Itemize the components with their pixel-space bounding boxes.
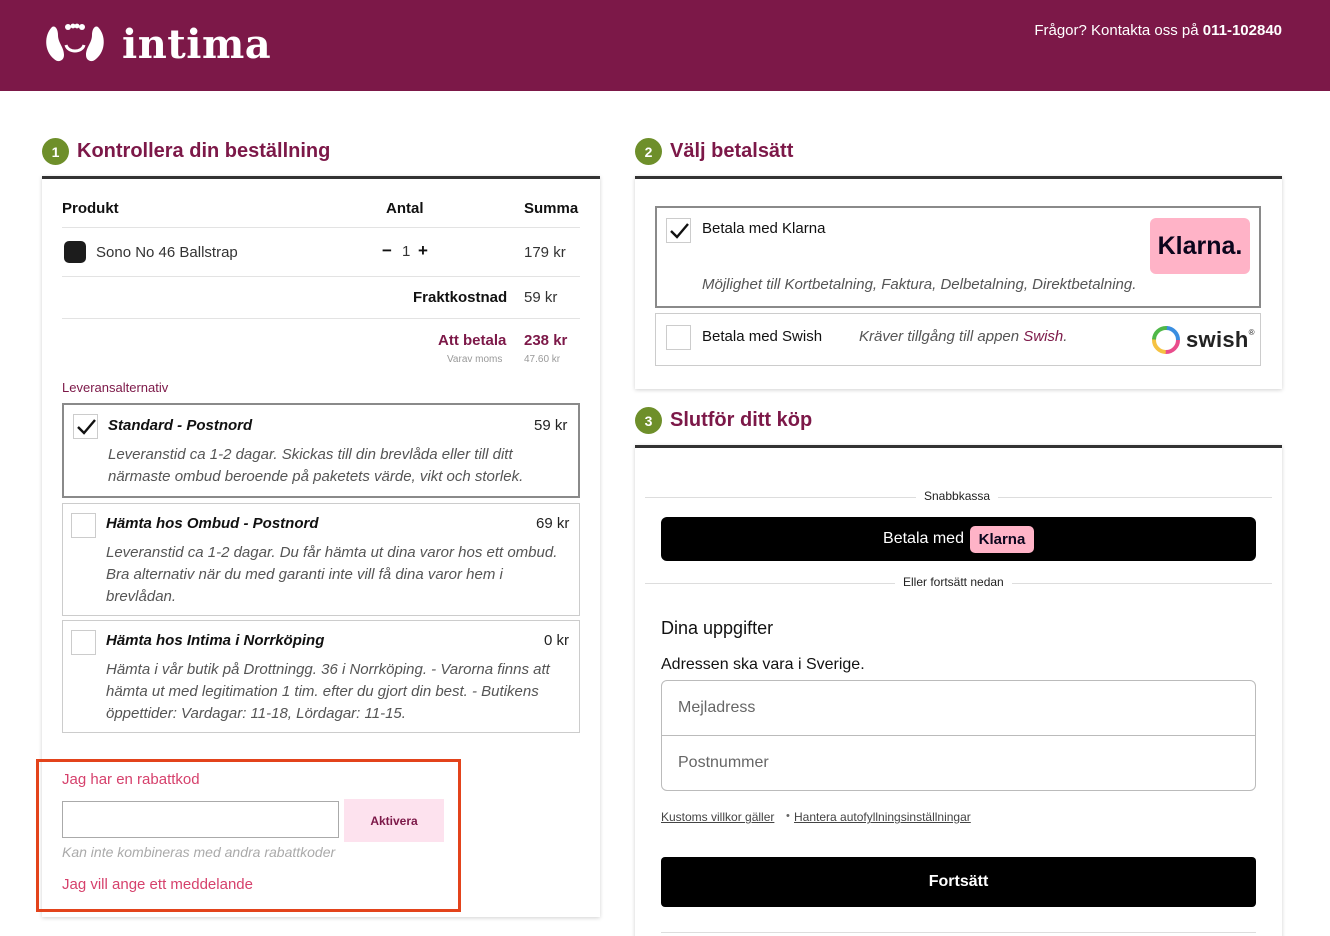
checkout-section-header: 3 Slutför ditt köp — [635, 407, 812, 434]
delivery-option-title: Standard - Postnord — [108, 417, 253, 434]
brand-logo[interactable]: intima — [42, 20, 271, 68]
item-sum: 179 kr — [524, 244, 566, 261]
brand-name: intima — [122, 20, 272, 68]
klarna-button-badge: Klarna — [969, 525, 1034, 553]
contact-info: Frågor? Kontakta oss på 011-102840 — [1034, 22, 1282, 39]
divider — [661, 932, 1256, 933]
checkbox-unchecked[interactable] — [71, 513, 96, 538]
payment-option-swish[interactable]: Betala med Swish Kräver tillgång till ap… — [655, 313, 1261, 366]
total-label: Att betala — [438, 332, 507, 349]
footprints-logo-icon — [46, 23, 104, 62]
payment-option-desc: Kräver tillgång till appen Swish. — [859, 328, 1067, 345]
payment-section-title: Välj betalsätt — [670, 140, 794, 162]
delivery-option-desc: Leveranstid ca 1-2 dagar. Du får hämta u… — [106, 544, 558, 605]
checkbox-checked[interactable] — [73, 414, 98, 439]
postcode-field[interactable]: Postnummer — [662, 736, 1255, 790]
klarna-button-label: Betala med — [883, 530, 964, 547]
step-badge: 1 — [42, 138, 69, 165]
delivery-heading: Leveransalternativ — [62, 380, 169, 395]
order-section-header: 1 Kontrollera din beställning — [42, 138, 330, 165]
delivery-option-desc: Hämta i vår butik på Drottningg. 36 i No… — [106, 661, 550, 722]
divider — [62, 318, 580, 319]
address-note: Adressen ska vara i Sverige. — [661, 656, 865, 673]
product-name[interactable]: Sono No 46 Ballstrap — [96, 244, 238, 261]
delivery-option-desc: Leveranstid ca 1-2 dagar. Skickas till d… — [108, 446, 524, 485]
delivery-option-price: 69 kr — [536, 515, 570, 532]
payment-option-label: Betala med Swish — [702, 328, 823, 345]
qty-value: 1 — [402, 243, 411, 260]
checkbox-checked[interactable] — [666, 218, 691, 243]
swish-desc-suffix: . — [1063, 328, 1068, 345]
checkout-panel: Snabbkassa Betala med Klarna Eller forts… — [635, 445, 1282, 936]
payment-option-desc: Möjlighet till Kortbetalning, Faktura, D… — [702, 276, 1137, 293]
discount-code-link[interactable]: Jag har en rabattkod — [62, 771, 200, 788]
step-badge: 2 — [635, 138, 662, 165]
payment-option-label: Betala med Klarna — [702, 220, 826, 237]
col-header-qty: Antal — [386, 200, 424, 217]
order-section-title: Kontrollera din beställning — [77, 140, 331, 162]
checkmark-icon — [670, 223, 689, 239]
qty-increase-button[interactable]: + — [418, 241, 428, 261]
vat-label: Varav moms — [447, 354, 503, 365]
swish-swirl-icon — [1152, 326, 1180, 354]
contact-phone[interactable]: 011-102840 — [1203, 22, 1282, 39]
col-header-product: Produkt — [62, 200, 119, 217]
checkout-section-title: Slutför ditt köp — [670, 409, 813, 431]
express-checkout-label: Snabbkassa — [916, 489, 999, 503]
delivery-option-price: 59 kr — [534, 417, 568, 434]
details-heading: Dina uppgifter — [661, 618, 774, 638]
payment-option-klarna[interactable]: Betala med Klarna Klarna. Möjlighet till… — [655, 206, 1261, 308]
delivery-option-standard[interactable]: Standard - Postnord 59 kr Leveranstid ca… — [62, 403, 580, 498]
delivery-option-title: Hämta hos Intima i Norrköping — [106, 632, 325, 649]
contact-text: Frågor? Kontakta oss på — [1034, 22, 1199, 39]
autofill-settings-link[interactable]: Hantera autofyllningsinställningar — [794, 810, 971, 824]
site-header: intima Frågor? Kontakta oss på 011-10284… — [0, 0, 1330, 91]
email-field[interactable]: Mejladress — [662, 681, 1255, 735]
swish-wordmark: swish — [1186, 327, 1249, 352]
discount-note: Kan inte kombineras med andra rabattkode… — [62, 844, 336, 860]
divider — [62, 276, 580, 277]
separator-bullet: • — [786, 810, 790, 822]
checkbox-unchecked[interactable] — [71, 630, 96, 655]
product-thumbnail — [64, 241, 86, 263]
col-header-sum: Summa — [524, 200, 579, 217]
delivery-option-ombud[interactable]: Hämta hos Ombud - Postnord 69 kr Leveran… — [62, 503, 580, 616]
divider — [62, 227, 580, 228]
swish-desc-text: Kräver tillgång till appen — [859, 328, 1020, 345]
delivery-option-pickup-store[interactable]: Hämta hos Intima i Norrköping 0 kr Hämta… — [62, 620, 580, 733]
discount-section: Jag har en rabattkod Aktivera Kan inte k… — [36, 759, 461, 912]
or-continue-label: Eller fortsätt nedan — [895, 575, 1012, 589]
checkmark-icon — [77, 419, 96, 435]
total-value: 238 kr — [524, 332, 568, 349]
shipping-value: 59 kr — [524, 289, 558, 306]
delivery-option-price: 0 kr — [544, 632, 570, 649]
activate-discount-button[interactable]: Aktivera — [344, 799, 444, 842]
message-link[interactable]: Jag vill ange ett meddelande — [62, 876, 253, 893]
continue-button[interactable]: Fortsätt — [661, 857, 1256, 907]
checkbox-unchecked[interactable] — [666, 325, 691, 350]
klarna-express-button[interactable]: Betala med Klarna — [661, 517, 1256, 561]
payment-panel: Betala med Klarna Klarna. Möjlighet till… — [635, 176, 1282, 389]
step-badge: 3 — [635, 407, 662, 434]
klarna-logo: Klarna. — [1150, 218, 1250, 274]
discount-code-input[interactable] — [62, 801, 339, 838]
qty-decrease-button[interactable]: − — [382, 241, 392, 261]
payment-section-header: 2 Välj betalsätt — [635, 138, 793, 165]
swish-logo: swish ® — [1150, 324, 1255, 356]
swish-link[interactable]: Swish — [1023, 328, 1063, 345]
vat-value: 47.60 kr — [524, 354, 561, 365]
terms-link[interactable]: Kustoms villkor gäller — [661, 810, 774, 824]
delivery-option-title: Hämta hos Ombud - Postnord — [106, 515, 319, 532]
shipping-label: Fraktkostnad — [413, 289, 508, 306]
swish-registered-mark: ® — [1248, 328, 1255, 337]
details-form: Mejladress Postnummer — [661, 680, 1256, 791]
